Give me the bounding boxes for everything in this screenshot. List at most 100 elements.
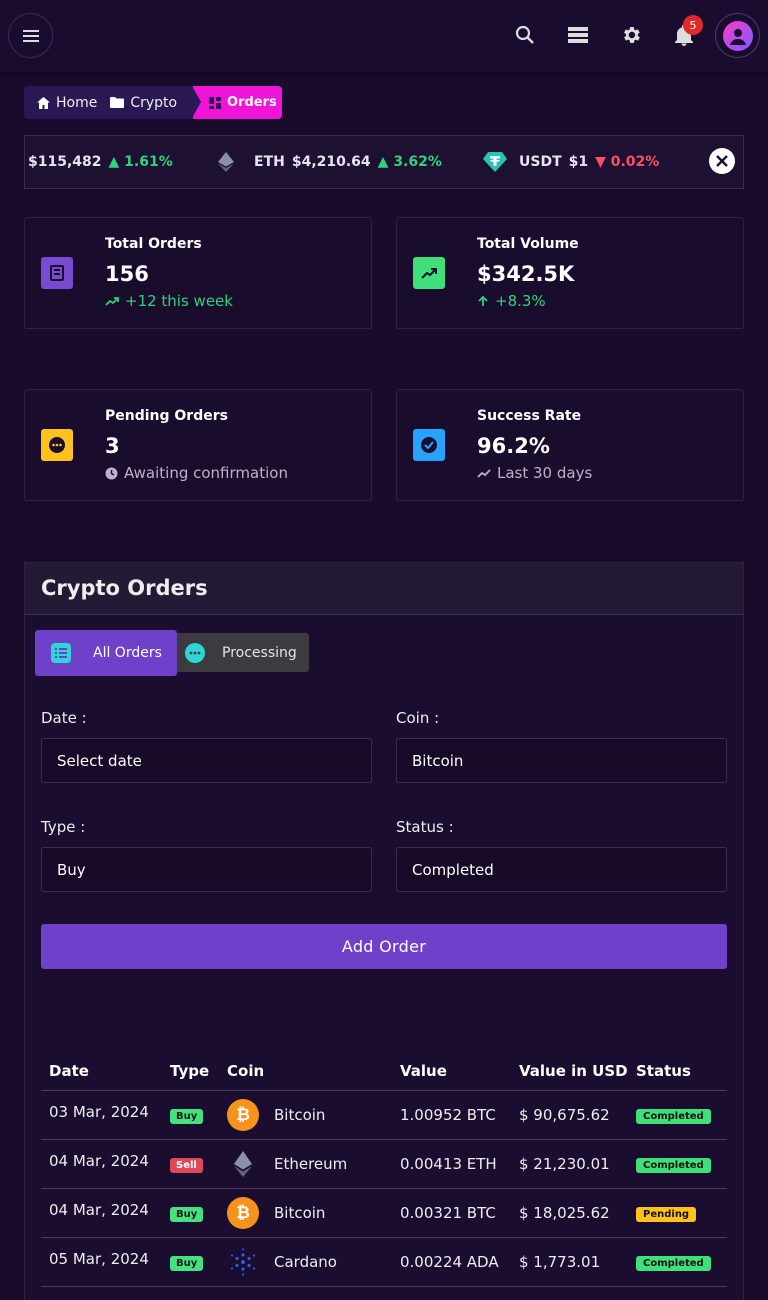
stat-icon-box	[413, 429, 445, 461]
grid-icon	[209, 96, 221, 109]
orders-table: Date Type Coin Value Value in USD Status…	[41, 1053, 727, 1287]
date-label: Date :	[41, 709, 87, 727]
stat-title: Success Rate	[477, 408, 582, 424]
avatar[interactable]	[715, 13, 760, 58]
breadcrumb-crypto[interactable]: Crypto	[97, 86, 177, 119]
ticker-price: $1	[568, 154, 589, 170]
home-icon	[37, 96, 50, 109]
receipt-icon	[50, 265, 64, 281]
search-button[interactable]	[512, 22, 538, 48]
stat-title: Total Volume	[477, 236, 579, 252]
ticker-symbol: USDT	[519, 154, 562, 170]
arrow-up-icon	[478, 295, 488, 306]
ticker-close-button[interactable]	[709, 148, 735, 174]
search-icon	[515, 25, 534, 44]
stat-subtext: Awaiting confirmation	[105, 464, 288, 482]
check-icon	[421, 437, 437, 453]
crypto-orders-panel: Crypto Orders All Orders Processing Date…	[24, 562, 744, 1300]
tab-all-orders[interactable]: All Orders	[35, 630, 177, 676]
column-header[interactable]: Date	[41, 1053, 162, 1091]
order-coin-cell: ₿ Bitcoin	[219, 1090, 392, 1140]
order-type-cell: Buy	[162, 1090, 219, 1140]
column-header[interactable]: Value	[392, 1053, 511, 1091]
add-order-button[interactable]: Add Order	[41, 924, 727, 969]
breadcrumb-home[interactable]: Home	[24, 86, 97, 119]
price-ticker: $115,482 ▲ 1.61% ETH $4,210.64 ▲ 3.62% U…	[24, 135, 744, 189]
coin-label: Coin :	[396, 709, 440, 727]
type-badge: Buy	[170, 1207, 204, 1222]
menu-button[interactable]	[8, 13, 53, 58]
order-usd-value: $ 90,675.62	[511, 1090, 628, 1140]
column-header[interactable]: Coin	[219, 1053, 392, 1091]
panel-title: Crypto Orders	[25, 563, 743, 615]
ticker-price: $4,210.64	[291, 154, 371, 170]
tab-processing[interactable]: Processing	[177, 633, 309, 672]
order-date: 04 Mar, 2024	[41, 1188, 162, 1238]
type-badge: Buy	[170, 1256, 204, 1271]
stat-icon-box	[41, 257, 73, 289]
order-usd-value: $ 21,230.01	[511, 1139, 628, 1189]
layers-icon	[568, 27, 588, 43]
dots-icon	[49, 437, 65, 453]
stat-title: Pending Orders	[105, 408, 228, 424]
table-row[interactable]: 03 Mar, 2024 Buy ₿ Bitcoin 1.00952 BTC $…	[41, 1090, 727, 1140]
order-coin-cell: Cardano	[219, 1237, 392, 1287]
ticker-item[interactable]: USDT $1 ▼ 0.02%	[483, 136, 659, 188]
order-date: 05 Mar, 2024	[41, 1237, 162, 1287]
table-row[interactable]: 05 Mar, 2024 Buy Cardano 0.00224 ADA $ 1…	[41, 1237, 727, 1287]
ticker-item[interactable]: ETH $4,210.64 ▲ 3.62%	[218, 136, 442, 188]
order-date: 03 Mar, 2024	[41, 1090, 162, 1140]
notification-count-badge: 5	[683, 15, 703, 35]
column-header[interactable]: Value in USD	[511, 1053, 628, 1091]
order-value: 1.00952 BTC	[392, 1090, 511, 1140]
settings-button[interactable]	[618, 22, 644, 48]
stat-icon-box	[41, 429, 73, 461]
order-date: 04 Mar, 2024	[41, 1139, 162, 1189]
order-status-cell: Completed	[628, 1139, 727, 1189]
trending-up-icon	[477, 469, 491, 478]
top-navbar: 5	[0, 0, 768, 72]
status-badge: Completed	[636, 1158, 711, 1173]
order-usd-value: $ 18,025.62	[511, 1188, 628, 1238]
column-header[interactable]: Status	[628, 1053, 727, 1091]
type-select[interactable]: Buy	[41, 847, 372, 892]
gear-icon	[624, 27, 640, 43]
status-badge: Completed	[636, 1256, 711, 1271]
breadcrumb-label: Crypto	[130, 94, 178, 111]
order-usd-value: $ 1,773.01	[511, 1237, 628, 1287]
ticker-change: ▲ 1.61%	[108, 154, 173, 170]
trending-up-icon	[105, 297, 119, 306]
status-select[interactable]: Completed	[396, 847, 727, 892]
coin-name: Bitcoin	[274, 1105, 326, 1124]
tab-label: Processing	[222, 644, 297, 661]
column-header[interactable]: Type	[162, 1053, 219, 1091]
layers-button[interactable]	[565, 22, 591, 48]
stat-subtext: +12 this week	[105, 292, 233, 310]
cardano-icon	[227, 1246, 259, 1278]
order-type-cell: Sell	[162, 1139, 219, 1189]
stat-value: 3	[105, 434, 120, 458]
list-icon	[51, 643, 71, 663]
bitcoin-icon: ₿	[227, 1098, 259, 1131]
user-icon	[729, 28, 746, 45]
table-row[interactable]: 04 Mar, 2024 Buy ₿ Bitcoin 0.00321 BTC $…	[41, 1188, 727, 1238]
ethereum-icon	[227, 1148, 259, 1180]
order-type-cell: Buy	[162, 1237, 219, 1287]
dots-icon	[185, 642, 205, 663]
ticker-symbol: ETH	[254, 154, 285, 170]
breadcrumb-orders[interactable]: Orders	[192, 86, 282, 119]
stat-card-pending-orders: Pending Orders 3 Awaiting confirmation	[24, 389, 372, 501]
status-label: Status :	[396, 818, 454, 836]
ticker-item[interactable]: $115,482 ▲ 1.61%	[28, 136, 173, 188]
coin-name: Bitcoin	[274, 1203, 326, 1222]
coin-select[interactable]: Bitcoin	[396, 738, 727, 783]
avatar-image	[722, 20, 753, 51]
order-status-cell: Pending	[628, 1188, 727, 1238]
stat-value: $342.5K	[477, 262, 575, 286]
table-row[interactable]: 04 Mar, 2024 Sell Ethereum 0.00413 ETH $…	[41, 1139, 727, 1189]
date-field[interactable]: Select date	[41, 738, 372, 783]
stat-card-total-orders: Total Orders 156 +12 this week	[24, 217, 372, 329]
ticker-change: ▼ 0.02%	[595, 154, 660, 170]
order-coin-cell: Ethereum	[219, 1139, 392, 1189]
stat-card-total-volume: Total Volume $342.5K +8.3%	[396, 217, 744, 329]
